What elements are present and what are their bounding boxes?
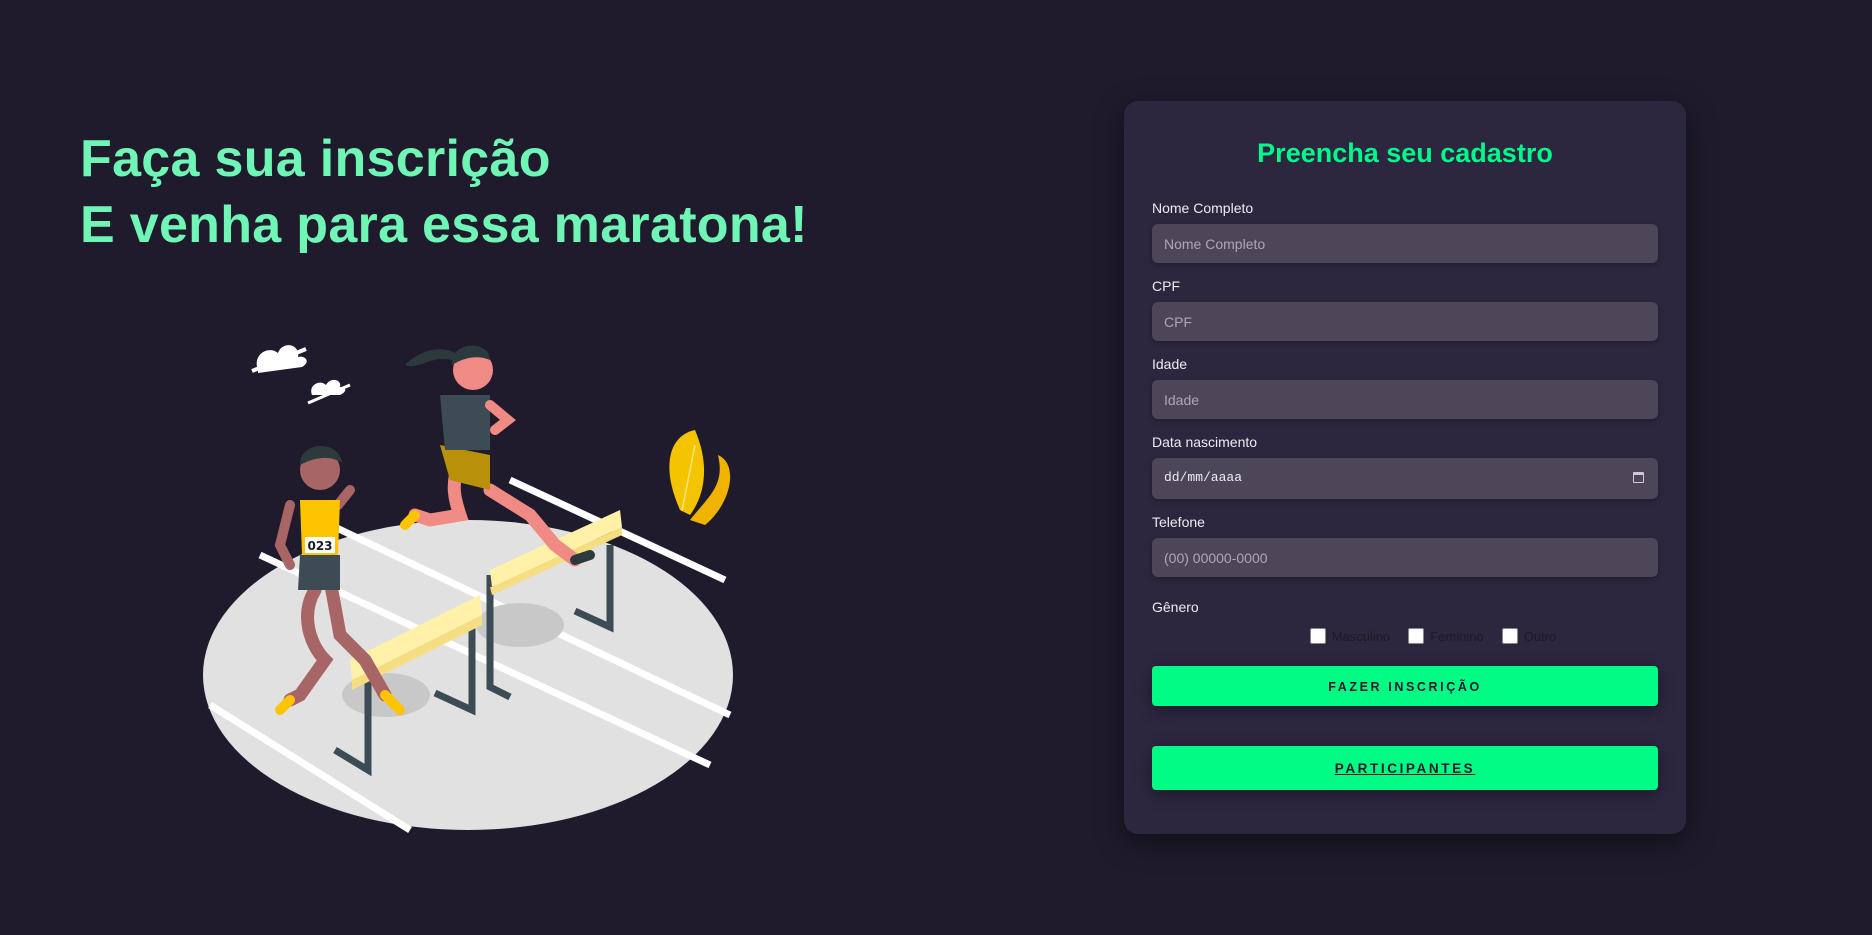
genero-label: Gênero: [1152, 599, 1199, 615]
cloud-icon: [251, 345, 307, 373]
hero-line-2: E venha para essa maratona!: [80, 196, 808, 254]
hurdle-runners-illustration: 023: [203, 345, 733, 833]
field-group-cpf: CPF: [1152, 278, 1658, 341]
telefone-input[interactable]: [1152, 538, 1658, 577]
nascimento-label: Data nascimento: [1152, 434, 1258, 450]
bib-number: 023: [307, 539, 332, 553]
field-group-idade: Idade: [1152, 356, 1658, 419]
field-group-telefone: Telefone: [1152, 514, 1658, 577]
cpf-label: CPF: [1152, 278, 1180, 294]
hero-line-1: Faça sua inscrição: [80, 130, 551, 188]
form-title: Preencha seu cadastro: [1257, 138, 1553, 168]
feminino-label: Feminino: [1430, 628, 1484, 644]
feminino-checkbox[interactable]: [1408, 628, 1425, 644]
idade-input[interactable]: [1152, 380, 1658, 419]
outro-label: Outro: [1523, 628, 1557, 644]
submit-registration-button[interactable]: FAZER INSCRIÇÃO: [1152, 666, 1658, 706]
registration-form-card: Preencha seu cadastro Nome Completo CPF …: [1124, 101, 1686, 834]
plant-icon: [669, 430, 731, 525]
field-group-nome: Nome Completo: [1152, 200, 1658, 263]
hero-heading: Faça sua inscrição E venha para essa mar…: [80, 126, 808, 258]
nome-input[interactable]: [1152, 224, 1658, 263]
cpf-input[interactable]: [1152, 302, 1658, 341]
masculino-label: Masculino: [1331, 628, 1391, 644]
gender-option-outro[interactable]: Outro: [1501, 628, 1557, 644]
date-placeholder: dd/mm/aaaa: [1164, 470, 1243, 485]
page: Faça sua inscrição E venha para essa mar…: [0, 0, 1872, 935]
calendar-icon[interactable]: [1633, 472, 1644, 483]
participants-button[interactable]: PARTICIPANTES: [1152, 746, 1658, 790]
nome-label: Nome Completo: [1152, 200, 1254, 216]
cloud-icon-small: [307, 379, 351, 405]
telefone-label: Telefone: [1152, 514, 1205, 530]
masculino-checkbox[interactable]: [1309, 628, 1326, 644]
nascimento-date-input[interactable]: dd/mm/aaaa: [1152, 458, 1658, 499]
field-group-nascimento: Data nascimento dd/mm/aaaa: [1152, 434, 1658, 499]
gender-option-feminino[interactable]: Feminino: [1408, 628, 1484, 644]
idade-label: Idade: [1152, 356, 1188, 372]
outro-checkbox[interactable]: [1501, 628, 1518, 644]
genero-options: Masculino Feminino Outro: [1124, 628, 1686, 644]
gender-option-masculino[interactable]: Masculino: [1309, 628, 1391, 644]
